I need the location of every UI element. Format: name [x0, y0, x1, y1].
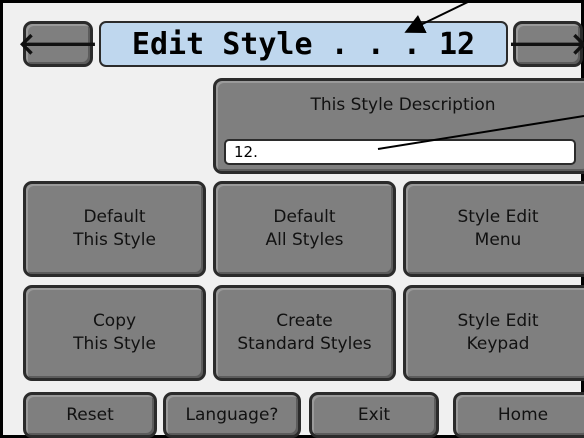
- forward-button[interactable]: 🡒: [508, 21, 584, 67]
- exit-label: Exit: [357, 404, 391, 425]
- right-arrow-icon: 🡒: [507, 26, 584, 62]
- back-button[interactable]: 🡐: [18, 21, 98, 67]
- style-description-label: This Style Description: [310, 95, 496, 115]
- left-arrow-icon: 🡐: [17, 26, 99, 62]
- create-standard-styles-button[interactable]: Create Standard Styles: [213, 285, 396, 381]
- default-all-styles-button[interactable]: Default All Styles: [213, 181, 396, 277]
- style-description-field[interactable]: 12.: [224, 139, 576, 165]
- default-all-styles-label: Default All Styles: [265, 207, 344, 250]
- reset-label: Reset: [66, 404, 114, 425]
- style-edit-keypad-button[interactable]: Style Edit Keypad: [403, 285, 584, 381]
- style-edit-menu-label: Style Edit Menu: [457, 207, 539, 250]
- create-standard-styles-label: Create Standard Styles: [237, 311, 372, 354]
- style-edit-menu-button[interactable]: Style Edit Menu: [403, 181, 584, 277]
- style-description-panel: This Style Description 12.: [213, 78, 584, 174]
- style-edit-keypad-label: Style Edit Keypad: [457, 311, 539, 354]
- reset-button[interactable]: Reset: [23, 392, 157, 438]
- copy-this-style-button[interactable]: Copy This Style: [23, 285, 206, 381]
- default-this-style-button[interactable]: Default This Style: [23, 181, 206, 277]
- page-title: Edit Style . . . 12: [99, 21, 508, 67]
- home-button[interactable]: Home: [453, 392, 584, 438]
- copy-this-style-label: Copy This Style: [73, 311, 156, 354]
- language-label: Language?: [185, 404, 279, 425]
- touch-screen: 🡐 Edit Style . . . 12 🡒 This Style Descr…: [0, 0, 584, 438]
- default-this-style-label: Default This Style: [73, 207, 156, 250]
- exit-button[interactable]: Exit: [309, 392, 439, 438]
- language-button[interactable]: Language?: [163, 392, 301, 438]
- home-label: Home: [497, 404, 549, 425]
